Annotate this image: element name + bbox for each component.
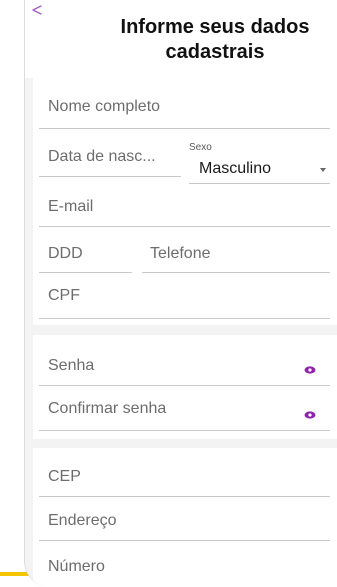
address-section: CEP Endereço Número <box>33 448 337 587</box>
header: Informe seus dados cadastrais <box>25 0 337 78</box>
back-arrow-icon[interactable] <box>32 4 46 18</box>
senha-underline <box>39 385 330 386</box>
data-nascimento-underline <box>39 176 181 177</box>
password-section: Senha Confirmar senha <box>33 335 337 439</box>
cep-input[interactable]: CEP <box>48 468 81 486</box>
email-input[interactable]: E-mail <box>48 198 93 216</box>
page-title: Informe seus dados cadastrais <box>120 16 310 63</box>
cpf-input[interactable]: CPF <box>48 287 80 305</box>
nome-underline <box>39 128 330 129</box>
personal-data-section: Nome completo Data de nasc... Sexo Mascu… <box>33 78 337 325</box>
numero-input[interactable]: Número <box>48 558 105 576</box>
ddd-underline <box>39 272 132 273</box>
phone-screen: Informe seus dados cadastrais Nome compl… <box>24 0 337 587</box>
sexo-underline <box>189 183 330 184</box>
senha-input[interactable]: Senha <box>48 357 94 375</box>
endereco-underline <box>39 540 330 541</box>
cep-underline <box>39 496 330 497</box>
endereco-input[interactable]: Endereço <box>48 512 117 530</box>
ddd-input[interactable]: DDD <box>48 245 83 263</box>
cpf-underline <box>39 318 330 319</box>
confirmar-senha-underline <box>39 430 330 431</box>
eye-icon[interactable] <box>304 409 316 421</box>
nome-input[interactable]: Nome completo <box>48 98 160 116</box>
sexo-label: Sexo <box>189 142 212 153</box>
sexo-select[interactable]: Masculino <box>199 160 271 178</box>
eye-icon[interactable] <box>304 364 316 376</box>
chevron-down-icon[interactable] <box>320 168 326 172</box>
telefone-underline <box>142 272 330 273</box>
email-underline <box>39 226 330 227</box>
telefone-input[interactable]: Telefone <box>150 245 211 263</box>
confirmar-senha-input[interactable]: Confirmar senha <box>48 400 166 418</box>
data-nascimento-input[interactable]: Data de nasc... <box>48 148 156 166</box>
